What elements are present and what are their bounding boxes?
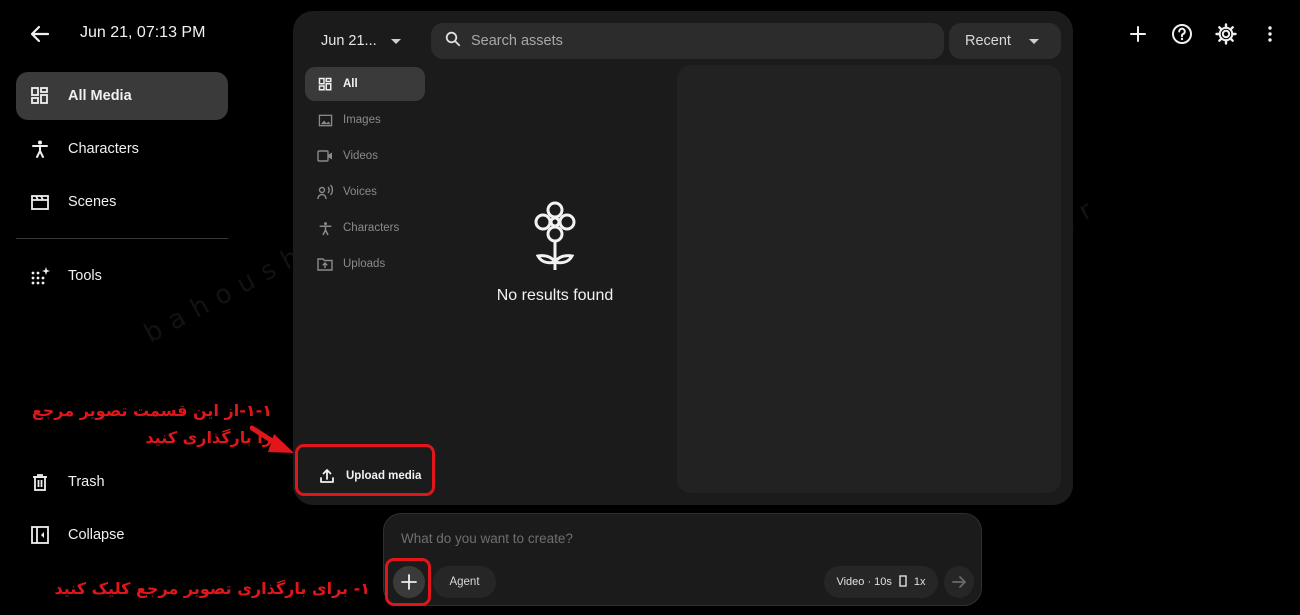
filter-uploads[interactable]: Uploads	[305, 247, 425, 281]
caret-down-icon	[1029, 39, 1039, 44]
sidebar-item-label: Collapse	[68, 527, 125, 543]
person-icon	[317, 220, 333, 236]
sidebar-item-tools[interactable]: Tools	[16, 252, 228, 300]
preview-pane	[677, 65, 1061, 493]
sidebar-item-label: Tools	[68, 268, 102, 284]
add-instruction-note: ۱- برای بارگذاری تصویر مرجع کلیک کنید	[54, 579, 370, 598]
filter-images[interactable]: Images	[305, 103, 425, 137]
sort-select[interactable]: Recent	[949, 23, 1061, 59]
session-datetime: Jun 21, 07:13 PM	[80, 24, 206, 41]
generation-settings-chip[interactable]: Video · 10s 1x	[824, 566, 938, 598]
sidebar-item-label: Trash	[68, 474, 105, 490]
sidebar-item-all-media[interactable]: All Media	[16, 72, 228, 120]
aspect-ratio-icon	[899, 574, 907, 590]
generation-mode-label: Video · 10s	[836, 576, 892, 588]
sidebar-item-scenes[interactable]: Scenes	[16, 178, 228, 226]
send-button[interactable]	[944, 566, 974, 598]
clapperboard-icon	[30, 192, 50, 212]
sidebar-item-label: Scenes	[68, 194, 117, 210]
upload-instruction-note: ۱-۱-از این قسمت تصویر مرجع را بارگذاری ک…	[31, 401, 272, 447]
help-icon[interactable]	[1170, 22, 1194, 46]
filter-label: Videos	[343, 150, 378, 162]
sidebar-item-characters[interactable]: Characters	[16, 125, 228, 173]
flower-icon	[531, 201, 579, 276]
output-count-label: 1x	[913, 576, 926, 588]
add-button-highlight-box	[385, 558, 431, 606]
filter-label: Uploads	[343, 258, 386, 270]
sidebar-item-collapse[interactable]: Collapse	[16, 511, 228, 559]
filter-all[interactable]: All	[305, 67, 425, 101]
person-icon	[30, 139, 50, 159]
filter-label: Characters	[343, 222, 400, 234]
upload-folder-icon	[317, 256, 333, 272]
empty-state: No results found	[470, 200, 640, 305]
trash-icon	[30, 472, 50, 492]
sidebar-divider	[16, 238, 228, 239]
more-vert-icon[interactable]	[1258, 22, 1282, 46]
upload-highlight-box	[295, 444, 435, 496]
search-icon	[445, 31, 461, 52]
date-filter-label: Jun 21...	[321, 33, 377, 49]
agent-toggle[interactable]: Agent	[433, 566, 496, 598]
sparkle-grid-icon	[30, 266, 50, 286]
annotation-arrow-icon	[250, 425, 294, 453]
voice-icon	[317, 184, 333, 200]
agent-label: Agent	[449, 576, 480, 588]
empty-message: No results found	[496, 287, 614, 304]
filter-characters[interactable]: Characters	[305, 211, 425, 245]
sidebar-item-label: All Media	[68, 88, 132, 104]
grid-icon	[317, 76, 333, 92]
search-input[interactable]	[471, 33, 911, 49]
caret-down-icon	[391, 39, 401, 44]
settings-icon[interactable]	[1214, 22, 1238, 46]
video-icon	[317, 148, 333, 164]
collapse-icon	[30, 525, 50, 545]
grid-icon	[30, 86, 50, 106]
filter-label: Images	[343, 114, 381, 126]
image-icon	[317, 112, 333, 128]
date-filter-select[interactable]: Jun 21...	[307, 25, 417, 57]
sidebar-item-trash[interactable]: Trash	[16, 458, 228, 506]
sidebar-item-label: Characters	[68, 141, 139, 157]
search-bar[interactable]	[431, 23, 944, 59]
filter-voices[interactable]: Voices	[305, 175, 425, 209]
sort-label: Recent	[965, 33, 1011, 49]
plus-icon[interactable]	[1126, 22, 1150, 46]
filter-label: Voices	[343, 186, 377, 198]
prompt-input[interactable]	[401, 531, 961, 546]
filter-videos[interactable]: Videos	[305, 139, 425, 173]
back-arrow-icon[interactable]	[28, 22, 52, 46]
filter-label: All	[343, 78, 358, 90]
